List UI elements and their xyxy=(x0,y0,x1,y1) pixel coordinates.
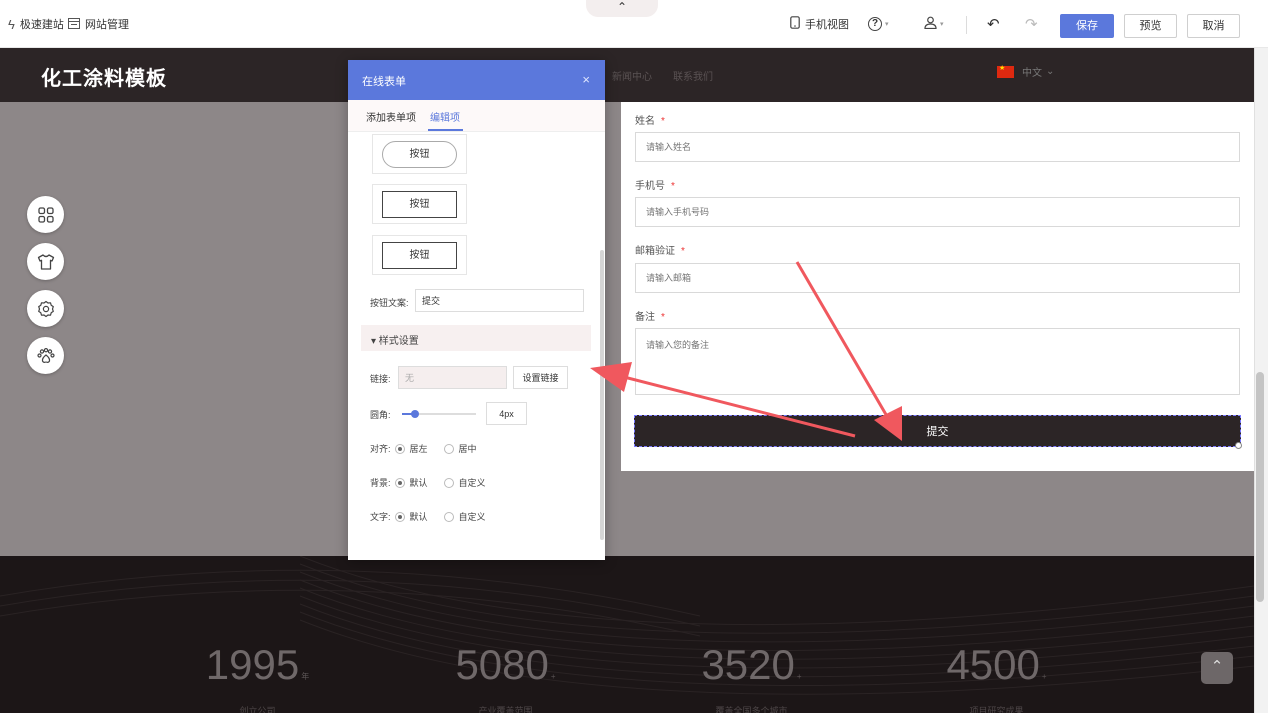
link-label: 链接: xyxy=(370,374,391,384)
radio-button xyxy=(443,477,454,488)
dialog-header: 在线表单 × xyxy=(348,60,605,100)
wave-background xyxy=(0,556,1254,695)
editor-toolbar: ϟ 极速建站 网站管理 ⌃ 手机视图 ? ▾ ▾ ↶ ↷ 保存 预览 取消 xyxy=(0,0,1268,48)
field-label-phone: 手机号 * xyxy=(635,181,675,192)
site-manage-label: 网站管理 xyxy=(85,19,129,31)
back-to-top-button[interactable]: ⌃ xyxy=(1201,652,1233,684)
dialog-title: 在线表单 xyxy=(362,76,406,88)
button-text-label: 按钮文案: xyxy=(370,298,409,308)
chevron-down-icon: ⌄ xyxy=(1046,66,1055,77)
phone-icon xyxy=(790,16,800,32)
text-custom-radio[interactable]: 自定义 xyxy=(443,510,486,523)
redo-button[interactable]: ↷ xyxy=(1025,0,1038,48)
chevron-down-icon: ▾ xyxy=(940,21,944,28)
align-row: 对齐: 居左 居中 xyxy=(370,442,477,455)
left-tool-rail xyxy=(27,196,64,384)
chevron-up-icon: ⌃ xyxy=(616,0,628,14)
bg-custom-radio[interactable]: 自定义 xyxy=(443,476,486,489)
radio-button xyxy=(443,511,454,522)
redo-icon: ↷ xyxy=(1025,16,1038,33)
mobile-view-toggle[interactable]: 手机视图 xyxy=(790,0,849,48)
bg-default-radio[interactable]: 默认 xyxy=(394,476,428,489)
language-label: 中文 xyxy=(1022,68,1042,79)
undo-button[interactable]: ↶ xyxy=(987,0,1000,48)
phone-input[interactable] xyxy=(635,197,1240,227)
radio-button xyxy=(443,443,454,454)
tab-edit-item[interactable]: 编辑项 xyxy=(430,109,460,124)
online-form-dialog: 在线表单 × 添加表单项 编辑项 按钮 按钮 按钮 按钮文案: ▾ 样式设置 链… xyxy=(348,60,605,560)
button-text-input[interactable] xyxy=(415,289,584,312)
nav-item-news[interactable]: 新闻中心 xyxy=(612,68,652,83)
undo-icon: ↶ xyxy=(987,16,1000,33)
radio-button xyxy=(394,443,405,454)
lightning-icon: ϟ xyxy=(8,16,15,32)
window-icon xyxy=(68,17,80,32)
dialog-body: 按钮 按钮 按钮 按钮文案: ▾ 样式设置 链接: 设置链接 圆角: 对齐: 居… xyxy=(348,132,605,560)
set-link-button[interactable]: 设置链接 xyxy=(513,366,568,389)
chevron-down-icon: ▾ xyxy=(885,21,889,28)
button-style-pill[interactable]: 按钮 xyxy=(372,134,467,174)
stat-cities: 3520 + 覆盖全国多个城市 xyxy=(701,641,802,713)
help-menu[interactable]: ? ▾ xyxy=(868,0,889,48)
quick-build-link[interactable]: ϟ 极速建站 xyxy=(8,0,64,48)
background-row: 背景: 默认 自定义 xyxy=(370,476,486,489)
help-icon: ? xyxy=(868,17,882,31)
align-left-radio[interactable]: 居左 xyxy=(394,442,428,455)
online-form-block: 姓名* 手机号* 邮箱验证* 备注* 提交 xyxy=(621,102,1254,471)
remark-textarea[interactable] xyxy=(635,328,1240,395)
active-tab-indicator xyxy=(428,129,463,131)
stat-research: 4500 + 项目研究成果 xyxy=(946,641,1047,713)
paw-icon[interactable] xyxy=(27,337,64,374)
stats-section: 1995 年 创立公司 5080 + 产业覆盖范围 3520 + 覆盖全国多个城市 4… xyxy=(0,556,1254,713)
site-logo[interactable]: 化工涂料模板 xyxy=(41,62,167,91)
collapse-toolbar-tab[interactable]: ⌃ xyxy=(586,0,658,17)
tab-add-form-item[interactable]: 添加表单项 xyxy=(366,109,416,124)
button-style-outline[interactable]: 按钮 xyxy=(372,235,467,275)
save-button[interactable]: 保存 xyxy=(1060,14,1114,38)
nav-item-contact[interactable]: 联系我们 xyxy=(673,68,713,83)
email-input[interactable] xyxy=(635,263,1240,293)
chevron-up-icon: ⌃ xyxy=(1210,658,1224,675)
resize-handle[interactable] xyxy=(1235,442,1242,449)
text-color-row: 文字: 默认 自定义 xyxy=(370,510,486,523)
tshirt-icon[interactable] xyxy=(27,243,64,280)
text-default-radio[interactable]: 默认 xyxy=(394,510,428,523)
account-menu[interactable]: ▾ xyxy=(924,0,944,48)
close-icon[interactable]: × xyxy=(582,72,590,87)
preview-button[interactable]: 预览 xyxy=(1124,14,1177,38)
language-switcher[interactable]: 中文 ⌄ xyxy=(997,64,1054,79)
radius-slider-handle[interactable] xyxy=(411,410,420,418)
apps-grid-icon[interactable] xyxy=(27,196,64,233)
site-manage-link[interactable]: 网站管理 xyxy=(68,0,129,48)
field-label-remark: 备注 * xyxy=(635,312,665,323)
dialog-scrollbar[interactable] xyxy=(600,250,604,540)
style-settings-header[interactable]: ▾ 样式设置 xyxy=(361,325,591,351)
name-input[interactable] xyxy=(635,132,1240,162)
china-flag-icon xyxy=(997,64,1014,78)
field-label-name: 姓名 * xyxy=(635,116,665,127)
button-style-square[interactable]: 按钮 xyxy=(372,184,467,224)
dialog-tabs: 添加表单项 编辑项 xyxy=(348,100,605,132)
radio-button xyxy=(394,511,405,522)
radius-value-input[interactable] xyxy=(486,402,527,425)
gear-icon[interactable] xyxy=(27,290,64,327)
mobile-view-label: 手机视图 xyxy=(805,19,849,31)
toolbar-divider xyxy=(966,16,967,34)
stat-founded: 1995 年 创立公司 xyxy=(205,641,310,713)
field-label-email: 邮箱验证 * xyxy=(635,246,685,257)
radio-button xyxy=(394,477,405,488)
form-submit-button[interactable]: 提交 xyxy=(634,415,1241,447)
cancel-button[interactable]: 取消 xyxy=(1187,14,1240,38)
page-scrollbar[interactable] xyxy=(1256,372,1264,602)
stat-industry: 5080 + 产业覆盖范围 xyxy=(455,641,556,713)
radius-label: 圆角: xyxy=(370,410,391,420)
site-header: 化工涂料模板 新闻中心 联系我们 中文 ⌄ xyxy=(0,48,1254,102)
quick-build-label: 极速建站 xyxy=(19,19,64,31)
link-input[interactable] xyxy=(398,366,507,389)
user-icon xyxy=(924,16,937,32)
radius-slider[interactable] xyxy=(402,410,476,418)
align-center-radio[interactable]: 居中 xyxy=(443,442,477,455)
